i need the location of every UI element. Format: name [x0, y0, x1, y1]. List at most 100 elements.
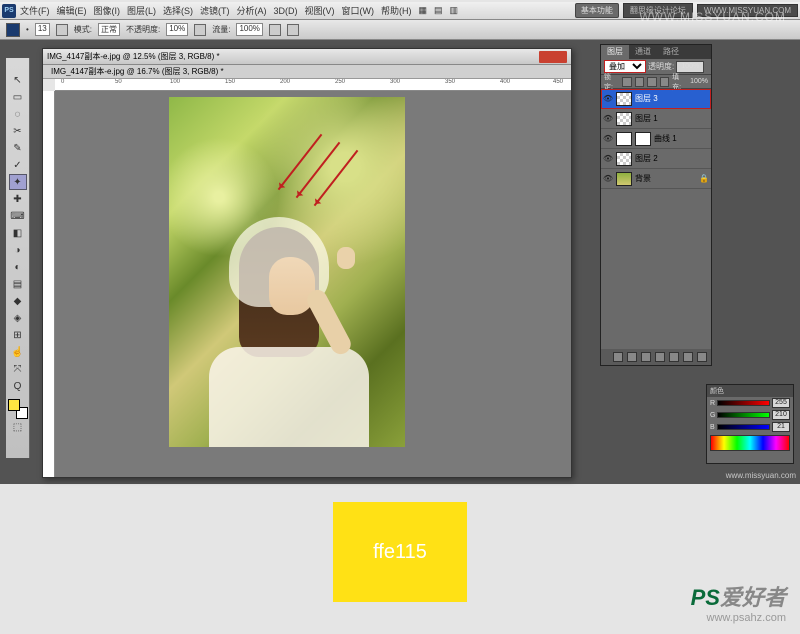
layer-row-3[interactable]: 👁 图层 3 [601, 89, 711, 109]
layer-name: 背景 [635, 173, 651, 184]
visibility-icon[interactable]: 👁 [603, 134, 613, 144]
lock-transparent-icon[interactable] [622, 77, 632, 87]
opacity-pressure-icon[interactable] [194, 24, 206, 36]
menu-image[interactable]: 图像(I) [91, 4, 124, 17]
brush-size-field[interactable]: 13 [35, 23, 50, 36]
tab-paths[interactable]: 路径 [657, 45, 685, 59]
layers-footer [601, 349, 711, 365]
canvas-area: IMG_4147副本-e.jpg @ 12.5% (图层 3, RGB/8) *… [30, 40, 592, 484]
history-brush-tool[interactable]: ⌨ [9, 208, 27, 224]
stamp-tool[interactable]: ✚ [9, 191, 27, 207]
lock-pixels-icon[interactable] [635, 77, 645, 87]
visibility-icon[interactable]: 👁 [603, 114, 613, 124]
color-spectrum[interactable] [710, 435, 790, 451]
type-tool[interactable]: ◈ [9, 310, 27, 326]
new-layer-icon[interactable] [683, 352, 693, 362]
shape-tool[interactable]: ☝ [9, 344, 27, 360]
path-tool[interactable]: ⊞ [9, 327, 27, 343]
menu-icon-2[interactable]: ▤ [431, 5, 446, 16]
link-layers-icon[interactable] [613, 352, 623, 362]
blur-tool[interactable]: ◐ [9, 259, 27, 275]
fill-label: 填充: [672, 72, 687, 92]
visibility-icon[interactable]: 👁 [603, 154, 613, 164]
flow-field[interactable]: 100% [236, 23, 262, 36]
menu-view[interactable]: 视图(V) [302, 4, 338, 17]
lock-all-icon[interactable] [660, 77, 670, 87]
layer-opacity-label: 透明度: [648, 61, 674, 72]
menu-edit[interactable]: 编辑(E) [54, 4, 90, 17]
hand-tool[interactable]: ⤧ [9, 361, 27, 377]
menu-select[interactable]: 选择(S) [160, 4, 196, 17]
photoshop-window: PS 文件(F) 编辑(E) 图像(I) 图层(L) 选择(S) 滤镜(T) 分… [0, 2, 800, 484]
move-tool[interactable]: ↖ [9, 72, 27, 88]
layer-row-2[interactable]: 👁 图层 2 [601, 149, 711, 169]
workspace-button[interactable]: 基本功能 [575, 3, 619, 18]
menu-icon-1[interactable]: ▦ [416, 5, 431, 16]
fx-icon[interactable] [627, 352, 637, 362]
quickmask-tool[interactable]: ⬚ [9, 420, 27, 434]
tab-layers[interactable]: 图层 [601, 45, 629, 59]
b-value[interactable]: 21 [772, 422, 790, 432]
r-value[interactable]: 255 [772, 398, 790, 408]
color-panel: 颜色 R255 G210 B21 [706, 384, 794, 464]
lock-position-icon[interactable] [647, 77, 657, 87]
watermark-top: WWW.MISSYUAN.COM [639, 10, 786, 24]
tablet-pressure-icon[interactable] [287, 24, 299, 36]
layer-name: 图层 1 [635, 113, 658, 124]
healing-tool[interactable]: ✓ [9, 157, 27, 173]
fill-field[interactable]: 100% [690, 78, 708, 85]
eyedropper-tool[interactable]: ✎ [9, 140, 27, 156]
document-tab[interactable]: IMG_4147副本-e.jpg @ 16.7% (图层 3, RGB/8) * [43, 65, 571, 79]
g-value[interactable]: 210 [772, 410, 790, 420]
visibility-icon[interactable]: 👁 [603, 174, 613, 184]
layer-thumb [616, 172, 632, 186]
window-close-button[interactable] [539, 51, 567, 63]
layer-row-background[interactable]: 👁 背景 🔒 [601, 169, 711, 189]
canvas-image [169, 97, 405, 447]
mode-select[interactable]: 正常 [98, 23, 120, 36]
brush-preset-icon[interactable] [6, 23, 20, 37]
opacity-field[interactable]: 10% [166, 23, 188, 36]
dodge-tool[interactable]: ▤ [9, 276, 27, 292]
canvas-stage[interactable] [55, 91, 571, 477]
layer-row-curves[interactable]: 👁 曲线 1 [601, 129, 711, 149]
mask-thumb [635, 132, 651, 146]
brush-tool[interactable]: ✦ [9, 174, 27, 190]
marquee-tool[interactable]: ▭ [9, 89, 27, 105]
r-slider[interactable] [717, 400, 770, 406]
mask-icon[interactable] [641, 352, 651, 362]
adjustment-icon[interactable] [655, 352, 665, 362]
gradient-tool[interactable]: ◑ [9, 242, 27, 258]
crop-tool[interactable]: ✂ [9, 123, 27, 139]
menu-file[interactable]: 文件(F) [17, 4, 53, 17]
menu-layer[interactable]: 图层(L) [124, 4, 159, 17]
tools-panel: ↖ ▭ ◌ ✂ ✎ ✓ ✦ ✚ ⌨ ◧ ◑ ◐ ▤ ◆ ◈ ⊞ ☝ ⤧ Q ⬚ [6, 58, 30, 458]
brush-panel-icon[interactable] [56, 24, 68, 36]
menu-filter[interactable]: 滤镜(T) [197, 4, 233, 17]
menu-3d[interactable]: 3D(D) [271, 6, 301, 16]
color-swatch-display: ffe115 [333, 502, 467, 602]
foreground-color[interactable] [8, 399, 20, 411]
menu-help[interactable]: 帮助(H) [378, 4, 415, 17]
footer-url: www.missyuan.com [726, 471, 796, 480]
adjustment-thumb [616, 132, 632, 146]
g-slider[interactable] [717, 412, 770, 418]
visibility-icon[interactable]: 👁 [603, 94, 613, 104]
b-slider[interactable] [717, 424, 770, 430]
menu-icon-3[interactable]: ▥ [447, 5, 462, 16]
trash-icon[interactable] [697, 352, 707, 362]
layer-row-1[interactable]: 👁 图层 1 [601, 109, 711, 129]
document-titlebar[interactable]: IMG_4147副本-e.jpg @ 12.5% (图层 3, RGB/8) * [43, 49, 571, 65]
lasso-tool[interactable]: ◌ [9, 106, 27, 122]
eraser-tool[interactable]: ◧ [9, 225, 27, 241]
menu-window[interactable]: 窗口(W) [339, 4, 378, 17]
pen-tool[interactable]: ◆ [9, 293, 27, 309]
color-swatches[interactable] [8, 399, 28, 419]
airbrush-icon[interactable] [269, 24, 281, 36]
lock-label: 锁定: [604, 72, 619, 92]
zoom-tool[interactable]: Q [9, 378, 27, 394]
layers-panel: 图层 通道 路径 叠加 透明度: 100% 锁定: 填充: 100% [600, 44, 712, 366]
group-icon[interactable] [669, 352, 679, 362]
tab-channels[interactable]: 通道 [629, 45, 657, 59]
menu-analysis[interactable]: 分析(A) [234, 4, 270, 17]
